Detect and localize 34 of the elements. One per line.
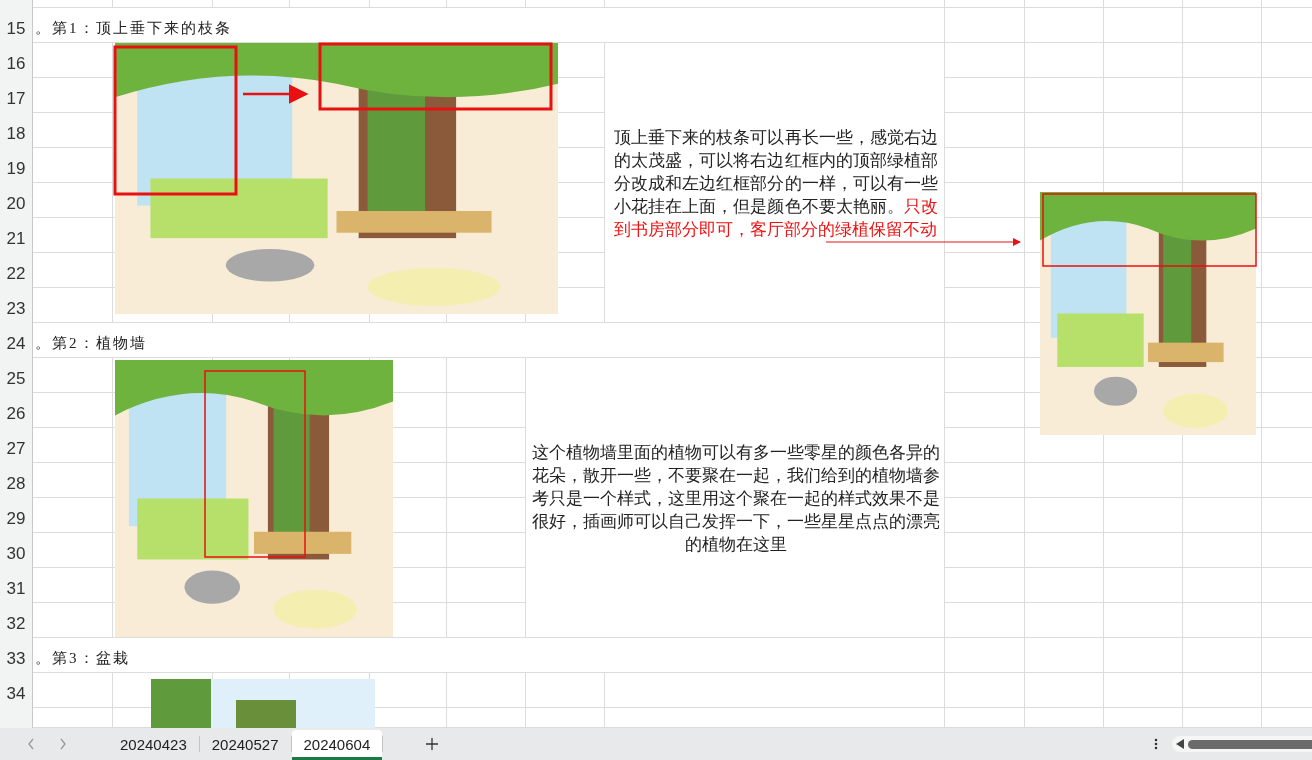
more-options-icon[interactable] — [1154, 737, 1158, 751]
row-header[interactable]: 18 — [0, 113, 33, 148]
row-header[interactable]: 21 — [0, 218, 33, 253]
row-header[interactable]: 26 — [0, 393, 33, 428]
row-header[interactable]: 23 — [0, 288, 33, 323]
row-header[interactable]: 27 — [0, 428, 33, 463]
section-title: 。第1：顶上垂下来的枝条 — [34, 18, 233, 38]
row-header[interactable]: 32 — [0, 603, 33, 638]
sheet-tab[interactable]: 20240604 — [291, 730, 383, 760]
comment-text: 顶上垂下来的枝条可以再长一些，感觉右边的太茂盛，可以将右边红框内的顶部绿植部分改成和左边红框部分的一样，可以有一些小花挂在上面，但是颜色不要太艳丽。只改到书房部分即可，客厅部分的绿植保留不动 — [614, 126, 938, 241]
sheet-tab[interactable]: 20240527 — [199, 730, 291, 758]
row-header[interactable]: 15 — [0, 8, 33, 43]
row-header[interactable]: 25 — [0, 358, 33, 393]
section-title: 。第3：盆栽 — [34, 648, 131, 668]
row-header[interactable]: 20 — [0, 183, 33, 218]
scrollbar-thumb[interactable] — [1188, 739, 1312, 749]
row-header[interactable]: 22 — [0, 253, 33, 288]
row-header[interactable]: 16 — [0, 43, 33, 78]
sheet-tab[interactable]: 20240423 — [108, 730, 199, 758]
comment-text: 这个植物墙里面的植物可以有多一些零星的颜色各异的花朵，散开一些，不要聚在一起，我们给到的植物墙参考只是一个样式，这里用这个聚在一起的样式效果不是很好，插画师可以自己发挥一下，一些星星点点的漂亮的植物在这里 — [531, 441, 941, 556]
row-header[interactable]: 31 — [0, 568, 33, 603]
row-header[interactable]: 24 — [0, 323, 33, 358]
row-header[interactable]: 28 — [0, 463, 33, 498]
row-header[interactable]: 19 — [0, 148, 33, 183]
annotation-arrow — [243, 84, 309, 104]
row-header[interactable]: 34 — [0, 673, 33, 708]
row-header[interactable]: 33 — [0, 638, 33, 673]
row-header[interactable]: 29 — [0, 498, 33, 533]
scroll-left-icon[interactable] — [1176, 739, 1184, 749]
section-title: 。第2：植物墙 — [34, 333, 148, 353]
add-sheet-icon[interactable] — [425, 737, 440, 751]
horizontal-scrollbar[interactable] — [1172, 736, 1312, 752]
row-header[interactable]: 30 — [0, 533, 33, 568]
row-header[interactable]: 17 — [0, 78, 33, 113]
